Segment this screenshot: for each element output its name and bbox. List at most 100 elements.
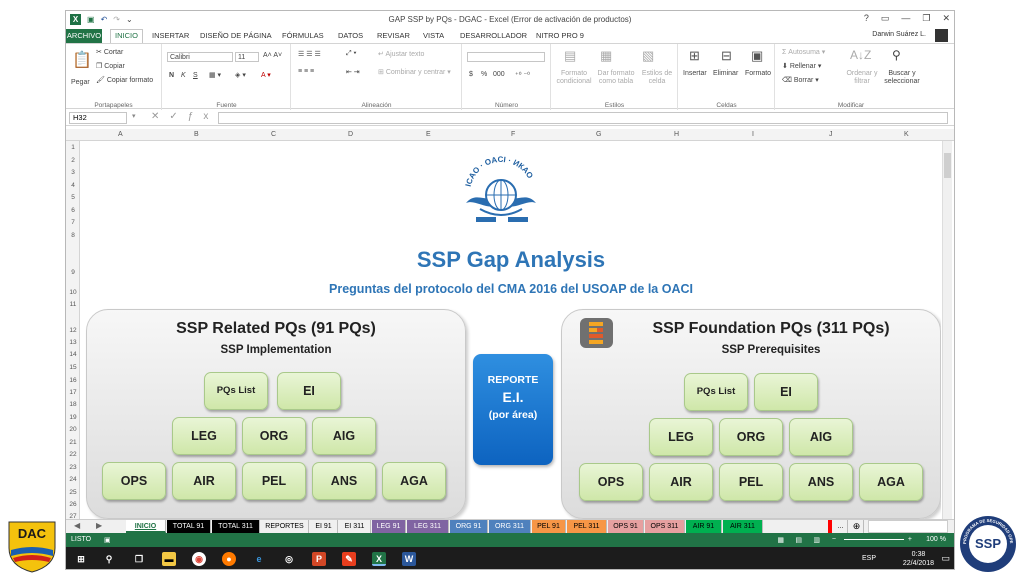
leg-button[interactable]: LEG	[172, 417, 236, 455]
wrap-text-button[interactable]: ↵ Ajustar texto	[378, 50, 424, 58]
decimal-icons[interactable]: ⁺⁰ ⁻⁰	[515, 71, 530, 79]
macro-record-icon[interactable]: ▣	[104, 536, 111, 544]
row-header[interactable]: 24	[66, 476, 80, 483]
column-header[interactable]: B	[194, 131, 199, 138]
find-select-button[interactable]: Buscar y seleccionar	[880, 70, 924, 86]
air-button[interactable]: AIR	[172, 462, 236, 500]
sheet-tab-total-311[interactable]: TOTAL 311	[212, 520, 260, 533]
sheet-tab-inicio[interactable]: INICIO	[126, 520, 166, 533]
autosum-button[interactable]: Σ Autosuma ▾	[782, 48, 825, 56]
sheet-tab-org-311[interactable]: ORG 311	[489, 520, 531, 533]
restore-button[interactable]: ❐	[922, 13, 930, 24]
more-sheets-button[interactable]: ...	[834, 520, 848, 533]
tab-inicio[interactable]: INICIO	[110, 29, 143, 43]
row-header[interactable]: 22	[66, 451, 80, 458]
row-header[interactable]: 25	[66, 489, 80, 496]
row-header[interactable]: 13	[66, 339, 80, 346]
column-header[interactable]: H	[674, 131, 679, 138]
font-name-select[interactable]: Calibri	[167, 52, 233, 62]
column-header[interactable]: E	[426, 131, 431, 138]
font-color-icon[interactable]: A ▾	[261, 71, 271, 79]
row-header[interactable]: 18	[66, 401, 80, 408]
pqs-list-button[interactable]: PQs List	[684, 373, 748, 411]
name-box[interactable]: H32	[69, 112, 127, 124]
pdf-icon[interactable]: ✎	[342, 552, 356, 566]
row-header[interactable]: 9	[66, 269, 80, 276]
row-header[interactable]: 17	[66, 389, 80, 396]
borders-icon[interactable]: ▦ ▾	[209, 71, 221, 79]
column-header[interactable]: J	[829, 131, 833, 138]
ei-button[interactable]: EI	[754, 373, 818, 411]
aig-button[interactable]: AIG	[312, 417, 376, 455]
aig-button[interactable]: AIG	[789, 418, 853, 456]
air-button[interactable]: AIR	[649, 463, 713, 501]
format-painter-button[interactable]: 🖌 Copiar formato	[96, 76, 153, 84]
file-explorer-icon[interactable]: ▬	[162, 552, 176, 566]
row-header[interactable]: 1	[66, 144, 80, 151]
notifications-icon[interactable]: ▭	[941, 553, 950, 564]
tab-desarrollador[interactable]: DESARROLLADOR	[460, 31, 527, 40]
row-header[interactable]: 3	[66, 169, 80, 176]
user-name[interactable]: Darwin Suárez L.	[872, 31, 926, 38]
sheet-tab-ei-91[interactable]: EI 91	[310, 520, 338, 533]
org-button[interactable]: ORG	[242, 417, 306, 455]
number-format-select[interactable]	[467, 52, 545, 62]
tab-vista[interactable]: VISTA	[423, 31, 444, 40]
format-button[interactable]: Formato	[745, 70, 771, 77]
tab-formulas[interactable]: FÓRMULAS	[282, 31, 324, 40]
excel-taskbar-icon[interactable]: X	[372, 552, 386, 566]
sheet-tab-org-91[interactable]: ORG 91	[450, 520, 488, 533]
orientation-icon[interactable]: ⤢ ▾	[346, 50, 357, 58]
row-header[interactable]: 14	[66, 351, 80, 358]
normal-view-icon[interactable]: ▦	[777, 536, 784, 544]
conditional-format-button[interactable]: Formato condicional	[554, 70, 594, 86]
aga-button[interactable]: AGA	[382, 462, 446, 500]
sheet-tab-pel-91[interactable]: PEL 91	[532, 520, 566, 533]
sheet-tab-red[interactable]	[828, 520, 832, 533]
tab-diseno-pagina[interactable]: DISEÑO DE PÁGINA	[200, 31, 272, 40]
sheet-tab-leg-91[interactable]: LEG 91	[372, 520, 406, 533]
firefox-icon[interactable]: ●	[222, 552, 236, 566]
delete-button[interactable]: Eliminar	[713, 70, 738, 77]
ei-button[interactable]: EI	[277, 372, 341, 410]
zoom-slider[interactable]	[844, 539, 904, 540]
sheet-tab-total-91[interactable]: TOTAL 91	[167, 520, 211, 533]
page-layout-icon[interactable]: ▤	[795, 536, 802, 544]
column-header[interactable]: I	[752, 131, 754, 138]
column-header[interactable]: F	[511, 131, 515, 138]
sheet-tab-ops-311[interactable]: OPS 311	[645, 520, 685, 533]
row-header[interactable]: 12	[66, 327, 80, 334]
insert-button[interactable]: Insertar	[683, 70, 707, 77]
zoom-level[interactable]: 100 %	[926, 536, 946, 543]
row-header[interactable]: 23	[66, 464, 80, 471]
row-header[interactable]: 2	[66, 157, 80, 164]
merge-center-button[interactable]: ⊞ Combinar y centrar ▾	[378, 68, 451, 76]
zoom-out-icon[interactable]: −	[832, 536, 836, 543]
row-header[interactable]: 26	[66, 501, 80, 508]
paste-icon[interactable]: 📋	[72, 50, 92, 70]
horizontal-scrollbar[interactable]	[868, 520, 948, 533]
zoom-in-icon[interactable]: +	[908, 536, 912, 543]
windows-start-icon[interactable]: ⊞	[74, 552, 88, 566]
column-header[interactable]: A	[118, 131, 123, 138]
formula-cancel-enter-fx-icons[interactable]: ✕✓ƒx	[151, 111, 218, 122]
worksheet-area[interactable]: ICAO · OACI · ИКАО SSP Gap Analysis Preg…	[81, 141, 941, 519]
fill-color-icon[interactable]: ◈ ▾	[235, 71, 246, 79]
row-header[interactable]: 21	[66, 439, 80, 446]
tab-datos[interactable]: DATOS	[338, 31, 363, 40]
task-view-icon[interactable]: ❐	[132, 552, 146, 566]
thousands-button[interactable]: 000	[493, 71, 505, 78]
close-button[interactable]: ✕	[942, 13, 950, 24]
row-header[interactable]: 20	[66, 426, 80, 433]
taskbar-clock[interactable]: 0:38 22/4/2018	[903, 550, 934, 568]
grow-font-icon[interactable]: A˄ A˅	[263, 52, 282, 59]
sheet-tab-air-91[interactable]: AIR 91	[686, 520, 722, 533]
ops-button[interactable]: OPS	[579, 463, 643, 501]
column-header[interactable]: K	[904, 131, 909, 138]
cell-styles-button[interactable]: Estilos de celda	[638, 70, 676, 86]
tab-insertar[interactable]: INSERTAR	[152, 31, 189, 40]
percent-button[interactable]: %	[481, 71, 487, 78]
clear-button[interactable]: ⌫ Borrar ▾	[782, 76, 819, 84]
row-header[interactable]: 16	[66, 377, 80, 384]
align-horizontal-icons[interactable]: ≡ ≡ ≡	[298, 68, 314, 75]
